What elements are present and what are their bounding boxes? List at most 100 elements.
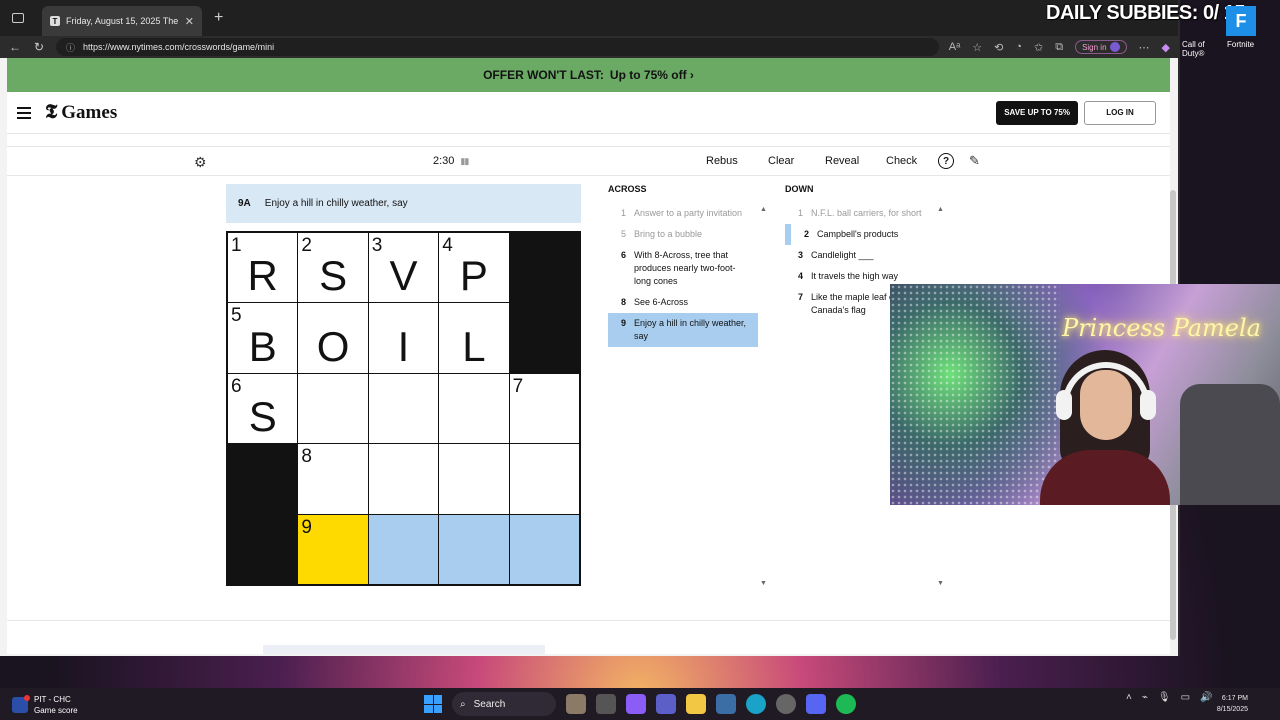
spotify-icon[interactable]: [836, 694, 856, 714]
settings-gear-icon[interactable]: ⚙: [194, 154, 207, 171]
mic-icon[interactable]: 🎙: [1158, 692, 1171, 703]
more-menu-icon[interactable]: ⋯: [1139, 41, 1150, 54]
start-windows-icon[interactable]: [424, 695, 442, 713]
grid-cell[interactable]: [368, 444, 439, 514]
across-clue-9[interactable]: 9 Enjoy a hill in chilly weather, say: [608, 313, 758, 347]
close-tab-icon[interactable]: ✕: [185, 15, 194, 28]
offer-banner[interactable]: OFFER WON'T LAST: Up to 75% off ›: [7, 58, 1170, 92]
reveal-button[interactable]: Reveal: [825, 155, 859, 167]
tab-actions-icon[interactable]: [12, 13, 24, 23]
grid-cell[interactable]: O: [298, 303, 368, 373]
grid-cell[interactable]: 2S: [298, 233, 368, 303]
across-scroll-up-icon[interactable]: ▲: [760, 206, 767, 213]
check-button[interactable]: Check: [886, 155, 917, 167]
clock-date: 8/15/2025: [1216, 706, 1248, 713]
current-clue-bar[interactable]: 9A Enjoy a hill in chilly weather, say: [226, 184, 581, 223]
grid-cell[interactable]: 1R: [228, 233, 298, 303]
cell-letter: P: [459, 252, 488, 300]
discord-icon[interactable]: [806, 694, 826, 714]
back-icon[interactable]: ←: [8, 40, 22, 54]
clock-time: 6:17 PM: [1221, 695, 1248, 702]
grid-cell[interactable]: [439, 514, 509, 584]
grid-cell[interactable]: 7: [509, 373, 579, 444]
taskbar-search[interactable]: ⌕ Search: [452, 692, 556, 716]
url-field[interactable]: ⓘ https://www.nytimes.com/crosswords/gam…: [56, 38, 939, 56]
grid-cell[interactable]: [439, 444, 509, 514]
rebus-button[interactable]: Rebus: [706, 155, 738, 167]
grid-cell[interactable]: [298, 373, 368, 444]
address-bar-row: ← ↻ ⓘ https://www.nytimes.com/crosswords…: [0, 36, 1178, 58]
grid-cell[interactable]: [439, 373, 509, 444]
settings-app-icon[interactable]: [776, 694, 796, 714]
down-clue-2[interactable]: 2 Campbell's products: [785, 224, 935, 245]
grid-cell[interactable]: 6S: [228, 373, 298, 444]
divider: [7, 620, 1170, 621]
clear-button[interactable]: Clear: [768, 155, 794, 167]
hamburger-menu-icon[interactable]: [17, 106, 31, 119]
display-icon[interactable]: ▭: [1181, 692, 1190, 703]
down-clue-3[interactable]: 3 Candlelight ___: [785, 245, 935, 266]
log-in-button[interactable]: LOG IN: [1084, 100, 1156, 125]
down-clue-1[interactable]: 1 N.F.L. ball carriers, for short: [785, 203, 935, 224]
browser-actions: Aᵃ ☆ ⟲ ◔ ✩ ⧉ Sign in ⋯ ◆: [949, 40, 1170, 54]
favorites-icon[interactable]: ✩: [1034, 41, 1043, 54]
tray-chevron-icon[interactable]: ˄: [1126, 692, 1132, 703]
pause-icon[interactable]: ▮▮: [460, 156, 469, 167]
clock[interactable]: 6:17 PM 8/15/2025: [1200, 693, 1248, 715]
url-text: https://www.nytimes.com/crosswords/game/…: [83, 42, 275, 52]
copilot-icon[interactable]: ◆: [1162, 41, 1170, 54]
across-scroll-down-icon[interactable]: ▼: [760, 580, 767, 587]
down-scroll-down-icon[interactable]: ▼: [937, 580, 944, 587]
refresh-icon[interactable]: ↻: [32, 40, 46, 54]
file-explorer-icon[interactable]: [686, 694, 706, 714]
grid-cell[interactable]: I: [368, 303, 439, 373]
crossword-grid[interactable]: 1R2S3V4P 5B OI L 6S 7 8 9: [226, 231, 581, 586]
store-icon[interactable]: [716, 694, 736, 714]
cell-letter: O: [316, 322, 350, 370]
timer[interactable]: 2:30 ▮▮: [433, 155, 469, 167]
grid-cell[interactable]: [368, 373, 439, 444]
grid-cell[interactable]: [509, 514, 579, 584]
grid-cell[interactable]: 3V: [368, 233, 439, 303]
games-wordmark: Games: [61, 101, 118, 123]
shield-icon[interactable]: ◔: [1015, 41, 1022, 53]
copilot-app-icon[interactable]: [626, 694, 646, 714]
network-icon[interactable]: ⌁: [1142, 692, 1148, 703]
nyt-games-logo[interactable]: 𝕿 Games: [45, 101, 117, 124]
sign-in-button[interactable]: Sign in: [1075, 40, 1127, 54]
widgets-icon[interactable]: [566, 694, 586, 714]
site-info-icon[interactable]: ⓘ: [66, 41, 75, 54]
grid-cell[interactable]: 9: [298, 514, 368, 584]
across-clue-5[interactable]: 5 Bring to a bubble: [608, 224, 758, 245]
teams-icon[interactable]: [656, 694, 676, 714]
across-clue-1[interactable]: 1 Answer to a party invitation: [608, 203, 758, 224]
down-scroll-up-icon[interactable]: ▲: [937, 206, 944, 213]
save-subscription-button[interactable]: SAVE UP TO 75%: [996, 100, 1078, 125]
across-clue-8[interactable]: 8 See 6-Across: [608, 292, 758, 313]
grid-cell[interactable]: 5B: [228, 303, 298, 373]
across-clue-6[interactable]: 6 With 8-Across, tree that produces nearl…: [608, 245, 758, 292]
extension-icon[interactable]: ⟲: [994, 41, 1003, 54]
clue-text: It travels the high way: [811, 271, 899, 281]
grid-cell[interactable]: [509, 444, 579, 514]
help-icon[interactable]: ?: [938, 153, 954, 169]
task-view-icon[interactable]: [596, 694, 616, 714]
grid-cell-black: [509, 303, 579, 373]
clue-number: 3: [797, 250, 803, 260]
clue-text: Campbell's products: [817, 229, 899, 239]
tab-nyt-mini[interactable]: T Friday, August 15, 2025 The Mini ✕: [42, 6, 202, 36]
favorite-star-icon[interactable]: ☆: [972, 41, 982, 54]
grid-cell[interactable]: 4P: [439, 233, 509, 303]
new-tab-icon[interactable]: +: [214, 9, 223, 27]
offer-link[interactable]: Up to 75% off ›: [610, 68, 694, 82]
current-clue-text: Enjoy a hill in chilly weather, say: [264, 198, 408, 209]
read-aloud-icon[interactable]: Aᵃ: [949, 41, 960, 53]
game-score-widget[interactable]: PIT - CHC Game score: [12, 694, 78, 716]
grid-cell[interactable]: L: [439, 303, 509, 373]
grid-cell[interactable]: 8: [298, 444, 368, 514]
collections-icon[interactable]: ⧉: [1055, 41, 1063, 54]
sign-in-label: Sign in: [1082, 42, 1107, 52]
pencil-icon[interactable]: ✎: [969, 153, 980, 169]
edge-icon[interactable]: [746, 694, 766, 714]
grid-cell[interactable]: [368, 514, 439, 584]
